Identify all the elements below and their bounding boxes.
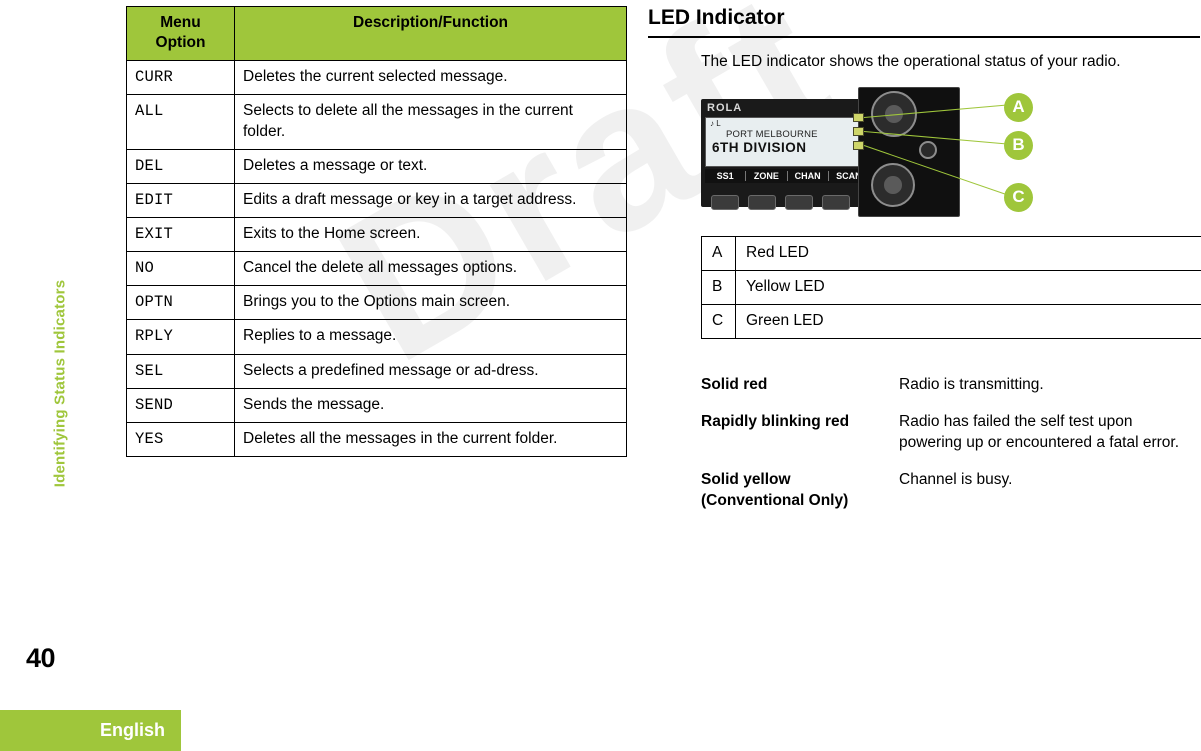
menu-description-cell: Deletes a message or text.: [234, 148, 627, 184]
menu-description-cell: Cancel the delete all messages options.: [234, 251, 627, 287]
page-title: LED Indicator: [648, 6, 1200, 38]
language-tab: English: [0, 710, 181, 751]
radio-button: [748, 194, 776, 210]
table-row: OPTN Brings you to the Options main scre…: [126, 285, 627, 321]
menu-option-cell: OPTN: [126, 285, 235, 321]
table-row: NO Cancel the delete all messages option…: [126, 251, 627, 287]
menu-description-cell: Replies to a message.: [234, 319, 627, 355]
table-row: Solid red Radio is transmitting.: [701, 375, 1201, 412]
table-row: EDIT Edits a draft message or key in a t…: [126, 182, 627, 218]
table-row: B Yellow LED: [701, 269, 1201, 305]
legend-label: Red LED: [735, 235, 1201, 271]
page-number: 40: [26, 643, 56, 673]
softkey-label: ZONE: [746, 170, 788, 181]
menu-option-cell: EXIT: [126, 216, 235, 253]
lcd-status-icons: ♪ L: [710, 118, 721, 128]
radio-button-row: [711, 194, 850, 210]
led-indicator-section: LED Indicator The LED indicator shows th…: [648, 6, 1201, 528]
status-term: Solid red: [701, 375, 768, 393]
column-header-description: Description/Function: [234, 5, 627, 62]
table-row: A Red LED: [701, 235, 1201, 271]
table-row: SEND Sends the message.: [126, 387, 627, 423]
legend-key: A: [701, 235, 736, 271]
chapter-tab-label: Identifying Status Indicators: [51, 279, 69, 488]
table-header-row: Menu Option Description/Function: [126, 5, 627, 62]
radio-button: [711, 194, 739, 210]
status-meaning: Channel is busy.: [899, 470, 1013, 488]
yellow-led-indicator: [853, 126, 864, 136]
green-led-indicator: [853, 140, 864, 150]
sidebar: Identifying Status Indicators: [0, 0, 69, 751]
status-term: Solid yellow (Conventional Only): [701, 470, 849, 509]
softkey-label: SS1: [705, 170, 747, 181]
table-row: ALL Selects to delete all the messages i…: [126, 94, 627, 150]
menu-description-cell: Deletes the current selected message.: [234, 60, 627, 96]
radio-softkey-bar: SS1 ZONE CHAN SCAN: [705, 168, 869, 183]
led-legend-table: A Red LED B Yellow LED C Green LED: [701, 235, 1201, 339]
menu-option-cell: SEL: [126, 353, 235, 389]
status-meaning: Radio has failed the self test upon powe…: [899, 412, 1180, 451]
menu-description-cell: Exits to the Home screen.: [234, 216, 627, 253]
menu-option-cell: NO: [126, 251, 235, 287]
radio-button: [785, 194, 813, 210]
legend-key: B: [701, 269, 736, 305]
menu-option-cell: DEL: [126, 148, 235, 184]
table-row: SEL Selects a predefined message or ad-d…: [126, 353, 627, 389]
antenna-port: [919, 140, 937, 159]
table-row: YES Deletes all the messages in the curr…: [126, 421, 627, 457]
radio-button: [822, 194, 850, 210]
menu-option-cell: CURR: [126, 60, 235, 96]
menu-description-cell: Deletes all the messages in the current …: [234, 421, 627, 457]
led-status-table: Solid red Radio is transmitting. Rapidly…: [701, 375, 1201, 528]
menu-description-cell: Selects to delete all the messages in th…: [234, 94, 627, 150]
red-led-indicator: [853, 112, 864, 122]
menu-description-cell: Edits a draft message or key in a target…: [234, 182, 627, 218]
menu-description-cell: Sends the message.: [234, 387, 627, 423]
menu-option-cell: RPLY: [126, 319, 235, 355]
menu-option-table: Menu Option Description/Function CURR De…: [126, 5, 627, 457]
radio-brand-label: ROLA: [707, 101, 743, 114]
table-row: EXIT Exits to the Home screen.: [126, 216, 627, 253]
table-row: C Green LED: [701, 303, 1201, 339]
menu-option-cell: ALL: [126, 94, 235, 150]
volume-knob: [871, 162, 915, 207]
callout-badge-c: C: [1004, 182, 1033, 212]
lcd-channel-text: 6TH DIVISION: [712, 139, 807, 155]
callout-badge-a: A: [1004, 92, 1033, 122]
lcd-zone-text: PORT MELBOURNE: [726, 128, 818, 140]
menu-option-cell: YES: [126, 421, 235, 457]
legend-key: C: [701, 303, 736, 339]
table-row: CURR Deletes the current selected messag…: [126, 60, 627, 96]
table-row: RPLY Replies to a message.: [126, 319, 627, 355]
menu-option-cell: EDIT: [126, 182, 235, 218]
callout-badge-b: B: [1004, 130, 1033, 160]
column-header-menu-option: Menu Option: [126, 5, 235, 62]
table-row: DEL Deletes a message or text.: [126, 148, 627, 184]
status-meaning: Radio is transmitting.: [899, 375, 1044, 393]
knob-inner: [884, 176, 902, 194]
table-row: Solid yellow (Conventional Only) Channel…: [701, 470, 1201, 528]
legend-label: Green LED: [735, 303, 1201, 339]
intro-paragraph: The LED indicator shows the operational …: [701, 53, 1121, 70]
status-term: Rapidly blinking red: [701, 412, 850, 430]
table-row: Rapidly blinking red Radio has failed th…: [701, 412, 1201, 470]
radio-illustration: ROLA ♪ L PORT MELBOURNE 6TH DIVISION SS1…: [701, 86, 1161, 222]
menu-option-cell: SEND: [126, 387, 235, 423]
legend-label: Yellow LED: [735, 269, 1201, 305]
softkey-label: CHAN: [788, 170, 829, 181]
menu-description-cell: Brings you to the Options main screen.: [234, 285, 627, 321]
radio-lcd-screen: ♪ L PORT MELBOURNE 6TH DIVISION: [705, 116, 871, 167]
menu-description-cell: Selects a predefined message or ad-dress…: [234, 353, 627, 389]
